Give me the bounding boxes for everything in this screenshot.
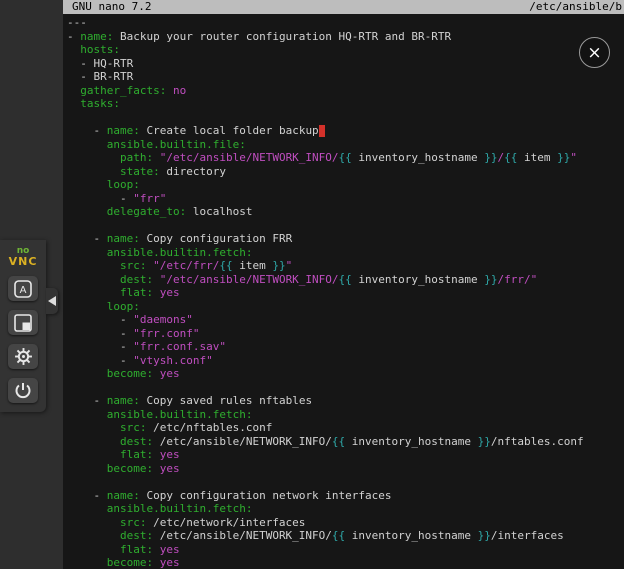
code-line: - name: Copy configuration FRR	[67, 232, 624, 246]
settings-button[interactable]	[8, 344, 38, 369]
code-line: - "frr.conf"	[67, 327, 624, 341]
code-line: dest: "/etc/ansible/NETWORK_INFO/{{ inve…	[67, 273, 624, 287]
code-line: ---	[67, 16, 624, 30]
desktop: GNU nano 7.2 /etc/ansible/b ---- name: B…	[0, 0, 624, 569]
code-line: become: yes	[67, 367, 624, 381]
code-line: delegate_to: localhost	[67, 205, 624, 219]
code-line: flat: yes	[67, 286, 624, 300]
code-line: dest: /etc/ansible/NETWORK_INFO/{{ inven…	[67, 529, 624, 543]
code-line	[67, 381, 624, 395]
editor-content[interactable]: ---- name: Backup your router configurat…	[63, 14, 624, 569]
nano-titlebar: GNU nano 7.2 /etc/ansible/b	[63, 0, 624, 14]
file-path: /etc/ansible/b	[529, 0, 622, 14]
close-button[interactable]: ×	[579, 37, 610, 68]
code-line: become: yes	[67, 462, 624, 476]
code-line: loop:	[67, 300, 624, 314]
code-line: src: /etc/nftables.conf	[67, 421, 624, 435]
code-line: src: "/etc/frr/{{ item }}"	[67, 259, 624, 273]
code-line: - name: Create local folder backup	[67, 124, 624, 138]
code-line: hosts:	[67, 43, 624, 57]
code-line: - name: Copy configuration network inter…	[67, 489, 624, 503]
keyboard-a-icon: A	[13, 279, 33, 299]
keyboard-button[interactable]: A	[8, 276, 38, 301]
code-line	[67, 219, 624, 233]
code-line: become: yes	[67, 556, 624, 569]
close-icon: ×	[587, 43, 601, 63]
code-line: flat: yes	[67, 543, 624, 557]
vnc-control-bar: no VNC A	[0, 240, 46, 412]
code-line: ansible.builtin.fetch:	[67, 246, 624, 260]
fullscreen-icon	[13, 313, 33, 333]
code-line: - "vtysh.conf"	[67, 354, 624, 368]
keyboard-key-label: A	[20, 285, 27, 296]
code-line: state: directory	[67, 165, 624, 179]
code-line: ansible.builtin.fetch:	[67, 502, 624, 516]
code-line: dest: /etc/ansible/NETWORK_INFO/{{ inven…	[67, 435, 624, 449]
fullscreen-button[interactable]	[8, 310, 38, 335]
logo-text-bottom: VNC	[9, 256, 38, 267]
code-line: - HQ-RTR	[67, 57, 624, 71]
power-icon	[13, 381, 33, 401]
text-cursor	[319, 125, 326, 137]
code-line: flat: yes	[67, 448, 624, 462]
code-line: - name: Copy saved rules nftables	[67, 394, 624, 408]
code-line: - "frr"	[67, 192, 624, 206]
code-line: ansible.builtin.file:	[67, 138, 624, 152]
code-line: - name: Backup your router configuration…	[67, 30, 624, 44]
settings-gear-icon	[14, 347, 33, 366]
code-line: path: "/etc/ansible/NETWORK_INFO/{{ inve…	[67, 151, 624, 165]
code-line: gather_facts: no	[67, 84, 624, 98]
chevron-left-icon	[48, 296, 56, 306]
controlbar-handle[interactable]	[46, 288, 58, 314]
novnc-logo: no VNC	[9, 245, 38, 267]
code-line: - "frr.conf.sav"	[67, 340, 624, 354]
app-title: GNU nano 7.2	[72, 0, 151, 14]
terminal-window[interactable]: GNU nano 7.2 /etc/ansible/b ---- name: B…	[63, 0, 624, 569]
code-line: loop:	[67, 178, 624, 192]
code-line: - "daemons"	[67, 313, 624, 327]
code-line: src: /etc/network/interfaces	[67, 516, 624, 530]
code-line	[67, 475, 624, 489]
disconnect-button[interactable]	[8, 378, 38, 403]
code-line	[67, 111, 624, 125]
code-line: tasks:	[67, 97, 624, 111]
code-line: ansible.builtin.fetch:	[67, 408, 624, 422]
code-line: - BR-RTR	[67, 70, 624, 84]
